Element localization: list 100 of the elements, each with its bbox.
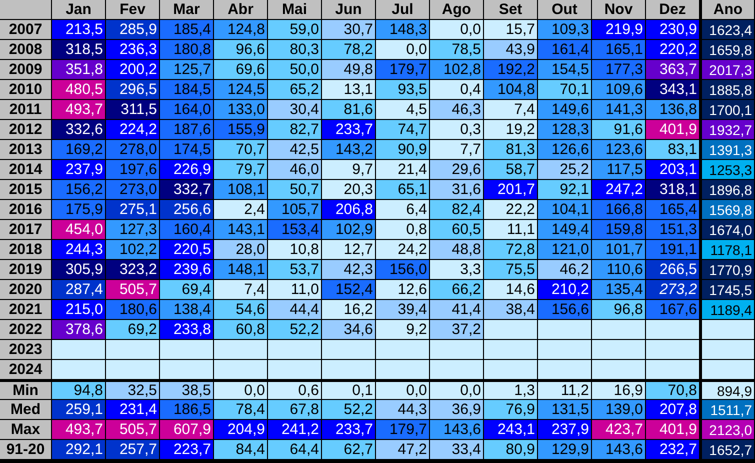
table-cell: 480,5 — [52, 80, 105, 99]
table-cell: 70,8 — [646, 382, 699, 399]
table-cell: 139,0 — [592, 400, 645, 419]
table-cell: 7,7 — [430, 140, 483, 159]
table-cell: 80,3 — [268, 40, 321, 59]
table-cell: 148,3 — [376, 20, 429, 39]
table-cell: 1652,7 — [702, 440, 754, 459]
table-cell: 287,4 — [52, 280, 105, 299]
table-cell: 96,6 — [214, 40, 267, 59]
table-cell: 493,7 — [52, 420, 105, 439]
column-header: Set — [484, 0, 537, 19]
table-cell: 9,2 — [376, 320, 429, 339]
table-cell: 233,7 — [322, 420, 375, 439]
table-cell: 10,8 — [268, 240, 321, 259]
table-cell: 136,8 — [646, 100, 699, 119]
table-cell: 62,7 — [322, 440, 375, 459]
table-cell: 505,7 — [106, 420, 159, 439]
table-cell: 1896,8 — [702, 180, 754, 199]
table-cell: 31,6 — [430, 180, 483, 199]
column-header: Dez — [646, 0, 699, 19]
row-header: 2010 — [0, 80, 51, 99]
table-cell: 505,7 — [106, 280, 159, 299]
table-cell: 166,8 — [592, 200, 645, 219]
table-cell: 318,5 — [52, 40, 105, 59]
table-cell: 3,3 — [430, 260, 483, 279]
table-cell: 230,9 — [646, 20, 699, 39]
table-cell: 186,5 — [160, 400, 213, 419]
table-cell: 223,7 — [160, 440, 213, 459]
table-cell: 2123,0 — [702, 420, 754, 439]
table-cell: 82,7 — [268, 120, 321, 139]
table-cell: 153,4 — [268, 220, 321, 239]
table-cell: 167,6 — [646, 300, 699, 319]
table-cell: 65,2 — [268, 80, 321, 99]
table-cell: 894,9 — [702, 382, 754, 399]
table-cell: 179,7 — [376, 60, 429, 79]
table-cell: 13,1 — [322, 80, 375, 99]
table-cell: 76,9 — [484, 400, 537, 419]
table-cell: 49,8 — [322, 60, 375, 79]
column-header: Out — [538, 0, 591, 19]
table-cell: 204,9 — [214, 420, 267, 439]
table-cell: 128,3 — [538, 120, 591, 139]
table-cell: 203,1 — [646, 160, 699, 179]
table-cell: 247,2 — [592, 180, 645, 199]
table-cell: 219,9 — [592, 20, 645, 39]
table-cell: 0,0 — [430, 20, 483, 39]
table-cell: 58,7 — [484, 160, 537, 179]
table-cell: 239,6 — [160, 260, 213, 279]
table-cell: 233,8 — [160, 320, 213, 339]
table-cell: 11,1 — [484, 220, 537, 239]
table-cell: 493,7 — [52, 100, 105, 119]
table-cell: 50,7 — [268, 180, 321, 199]
table-cell: 102,8 — [430, 60, 483, 79]
row-header: 2017 — [0, 220, 51, 239]
table-cell: 237,9 — [538, 420, 591, 439]
table-cell: 44,4 — [268, 300, 321, 319]
table-cell: 82,4 — [430, 200, 483, 219]
table-cell: 191,1 — [646, 240, 699, 259]
row-header: 2016 — [0, 200, 51, 219]
table-cell: 143,2 — [322, 140, 375, 159]
table-cell: 96,8 — [592, 300, 645, 319]
table-cell: 210,2 — [538, 280, 591, 299]
table-cell: 20,3 — [322, 180, 375, 199]
table-cell: 187,6 — [160, 120, 213, 139]
table-cell: 1932,7 — [702, 120, 754, 139]
table-cell: 1,3 — [484, 382, 537, 399]
table-cell: 109,3 — [538, 20, 591, 39]
table-cell: 133,0 — [214, 100, 267, 119]
table-cell: 151,3 — [646, 220, 699, 239]
table-cell: 185,4 — [160, 20, 213, 39]
table-cell: 131,5 — [538, 400, 591, 419]
table-cell: 141,3 — [592, 100, 645, 119]
table-cell: 101,7 — [592, 240, 645, 259]
table-cell: 15,7 — [484, 20, 537, 39]
table-cell: 401,9 — [646, 420, 699, 439]
table-cell: 143,6 — [592, 440, 645, 459]
table-cell: 90,9 — [376, 140, 429, 159]
table-cell: 33,4 — [430, 440, 483, 459]
table-cell: 24,2 — [376, 240, 429, 259]
table-cell: 91,6 — [592, 120, 645, 139]
column-header: Jun — [322, 0, 375, 19]
table-cell: 220,2 — [646, 40, 699, 59]
table-cell: 30,4 — [268, 100, 321, 119]
table-cell: 1885,8 — [702, 80, 754, 99]
table-cell: 70,7 — [214, 140, 267, 159]
table-cell: 378,6 — [52, 320, 105, 339]
table-cell: 52,2 — [268, 320, 321, 339]
table-cell: 109,6 — [592, 80, 645, 99]
table-cell: 11,0 — [268, 280, 321, 299]
table-cell: 46,3 — [430, 100, 483, 119]
table-cell: 72,8 — [484, 240, 537, 259]
table-cell: 152,4 — [322, 280, 375, 299]
row-header: 2009 — [0, 60, 51, 79]
row-header: 2024 — [0, 360, 51, 379]
table-cell: 0,0 — [430, 382, 483, 399]
table-cell: 160,4 — [160, 220, 213, 239]
table-cell: 81,6 — [322, 100, 375, 119]
table-cell: 108,1 — [214, 180, 267, 199]
table-cell: 180,8 — [160, 40, 213, 59]
table-cell: 121,0 — [538, 240, 591, 259]
table-cell: 14,6 — [484, 280, 537, 299]
